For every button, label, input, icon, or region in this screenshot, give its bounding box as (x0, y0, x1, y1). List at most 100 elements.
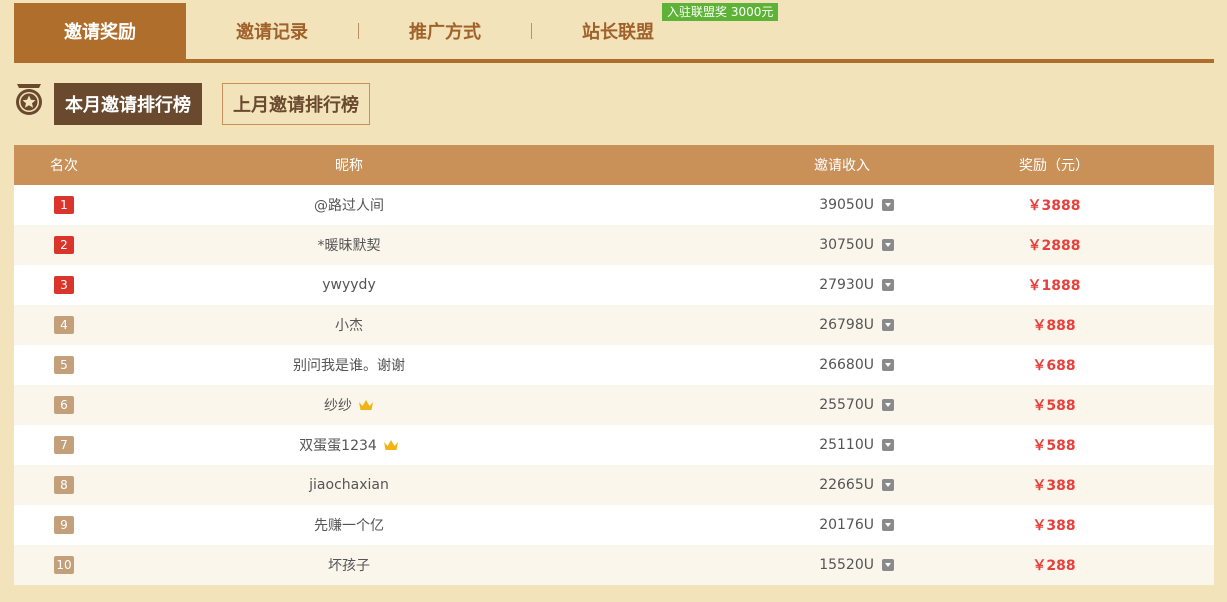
nickname: 小杰 (335, 318, 363, 334)
dropdown-icon[interactable] (882, 199, 894, 211)
tab-label: 邀请奖励 (64, 22, 136, 43)
income-value: 25110U (819, 437, 874, 453)
rank-cell: 7 (14, 436, 114, 454)
rank-badge: 7 (54, 436, 74, 454)
dropdown-icon[interactable] (882, 359, 894, 371)
income-value: 26798U (819, 317, 874, 333)
crown-icon (359, 400, 373, 410)
rank-badge: 8 (54, 476, 74, 494)
tab-label: 邀请记录 (236, 22, 308, 43)
rank-badge: 10 (54, 556, 74, 574)
nickname: ywyydy (322, 277, 376, 293)
nickname-cell: ywyydy (114, 277, 584, 293)
table-row: 7 双蛋蛋1234 25110U ￥588 (14, 425, 1214, 465)
dropdown-icon[interactable] (882, 439, 894, 451)
table-body: 1 @路过人间 39050U ￥3888 2 *暖昧默契 30750U ￥2888 3 ywyyd… (14, 185, 1214, 585)
rank-badge: 3 (54, 276, 74, 294)
tab-label: 推广方式 (409, 22, 481, 43)
reward-value: ￥888 (1032, 318, 1076, 334)
income-cell: 22665U (584, 477, 894, 493)
this-month-ranking-tab[interactable]: 本月邀请排行榜 (54, 83, 202, 125)
table-row: 9 先赚一个亿 20176U ￥388 (14, 505, 1214, 545)
dropdown-icon[interactable] (882, 399, 894, 411)
table-row: 5 别问我是谁。谢谢 26680U ￥688 (14, 345, 1214, 385)
header-rank: 名次 (50, 158, 78, 174)
nickname-cell: 别问我是谁。谢谢 (114, 355, 584, 375)
income-value: 27930U (819, 277, 874, 293)
reward-value: ￥388 (1032, 518, 1076, 534)
last-month-ranking-tab[interactable]: 上月邀请排行榜 (222, 83, 370, 125)
reward-value: ￥3888 (1027, 198, 1081, 214)
table-row: 2 *暖昧默契 30750U ￥2888 (14, 225, 1214, 265)
reward-value: ￥2888 (1027, 238, 1081, 254)
reward-value: ￥588 (1032, 438, 1076, 454)
crown-icon (383, 440, 398, 450)
header-nickname: 昵称 (335, 158, 363, 174)
tab-invite-reward[interactable]: 邀请奖励 (14, 3, 186, 59)
nickname-cell: jiaochaxian (114, 477, 584, 493)
rank-badge: 4 (54, 316, 74, 334)
rank-cell: 5 (14, 356, 114, 374)
reward-cell: ￥688 (894, 355, 1214, 375)
dropdown-icon[interactable] (882, 279, 894, 291)
ranking-table: 名次 昵称 邀请收入 奖励（元） 1 @路过人间 39050U ￥3888 2 *暖昧默契… (14, 145, 1214, 585)
reward-cell: ￥2888 (894, 235, 1214, 255)
income-cell: 25110U (584, 437, 894, 453)
table-header: 名次 昵称 邀请收入 奖励（元） (14, 145, 1214, 185)
reward-cell: ￥888 (894, 315, 1214, 335)
medal-star-icon (16, 84, 42, 115)
header-income: 邀请收入 (584, 155, 894, 175)
nickname: jiaochaxian (309, 477, 389, 493)
reward-cell: ￥388 (894, 475, 1214, 495)
income-cell: 39050U (584, 197, 894, 213)
rank-badge: 6 (54, 396, 74, 414)
dropdown-icon[interactable] (882, 319, 894, 331)
rank-badge: 9 (54, 516, 74, 534)
income-value: 15520U (819, 557, 874, 573)
income-value: 26680U (819, 357, 874, 373)
table-row: 4 小杰 26798U ￥888 (14, 305, 1214, 345)
nickname-cell: @路过人间 (114, 195, 584, 215)
tab-invite-records[interactable]: 邀请记录 (186, 3, 358, 59)
rank-cell: 10 (14, 556, 114, 574)
header-income-label: 邀请收入 (814, 158, 870, 174)
tab-label: 站长联盟 (582, 22, 654, 43)
reward-value: ￥1888 (1027, 278, 1081, 294)
income-value: 22665U (819, 477, 874, 493)
tab-underline (14, 59, 1214, 63)
dropdown-icon[interactable] (882, 559, 894, 571)
nickname-cell: 坏孩子 (114, 555, 584, 575)
reward-value: ￥688 (1032, 358, 1076, 374)
dropdown-icon[interactable] (882, 519, 894, 531)
nickname-cell: 小杰 (114, 315, 584, 335)
subtab-label: 本月邀请排行榜 (65, 95, 191, 116)
reward-cell: ￥388 (894, 515, 1214, 535)
income-cell: 20176U (584, 517, 894, 533)
reward-value: ￥588 (1032, 398, 1076, 414)
income-value: 20176U (819, 517, 874, 533)
reward-value: ￥288 (1032, 558, 1076, 574)
rank-cell: 6 (14, 396, 114, 414)
rank-cell: 9 (14, 516, 114, 534)
table-row: 10 坏孩子 15520U ￥288 (14, 545, 1214, 585)
reward-value: ￥388 (1032, 478, 1076, 494)
rank-cell: 2 (14, 236, 114, 254)
income-cell: 30750U (584, 237, 894, 253)
rank-cell: 4 (14, 316, 114, 334)
dropdown-icon[interactable] (882, 239, 894, 251)
income-value: 39050U (819, 197, 874, 213)
rank-cell: 1 (14, 196, 114, 214)
nickname: 先赚一个亿 (314, 518, 384, 534)
subtab-label: 上月邀请排行榜 (233, 95, 359, 116)
tab-promotion-methods[interactable]: 推广方式 (359, 3, 531, 59)
nickname: 坏孩子 (328, 558, 370, 574)
rank-badge: 1 (54, 196, 74, 214)
dropdown-icon[interactable] (882, 479, 894, 491)
table-row: 3 ywyydy 27930U ￥1888 (14, 265, 1214, 305)
nickname-cell: 先赚一个亿 (114, 515, 584, 535)
nickname: 纱纱 (324, 398, 352, 414)
income-value: 30750U (819, 237, 874, 253)
alliance-promo-badge[interactable]: 入驻联盟奖 3000元 (662, 3, 779, 21)
reward-cell: ￥588 (894, 395, 1214, 415)
rank-cell: 8 (14, 476, 114, 494)
